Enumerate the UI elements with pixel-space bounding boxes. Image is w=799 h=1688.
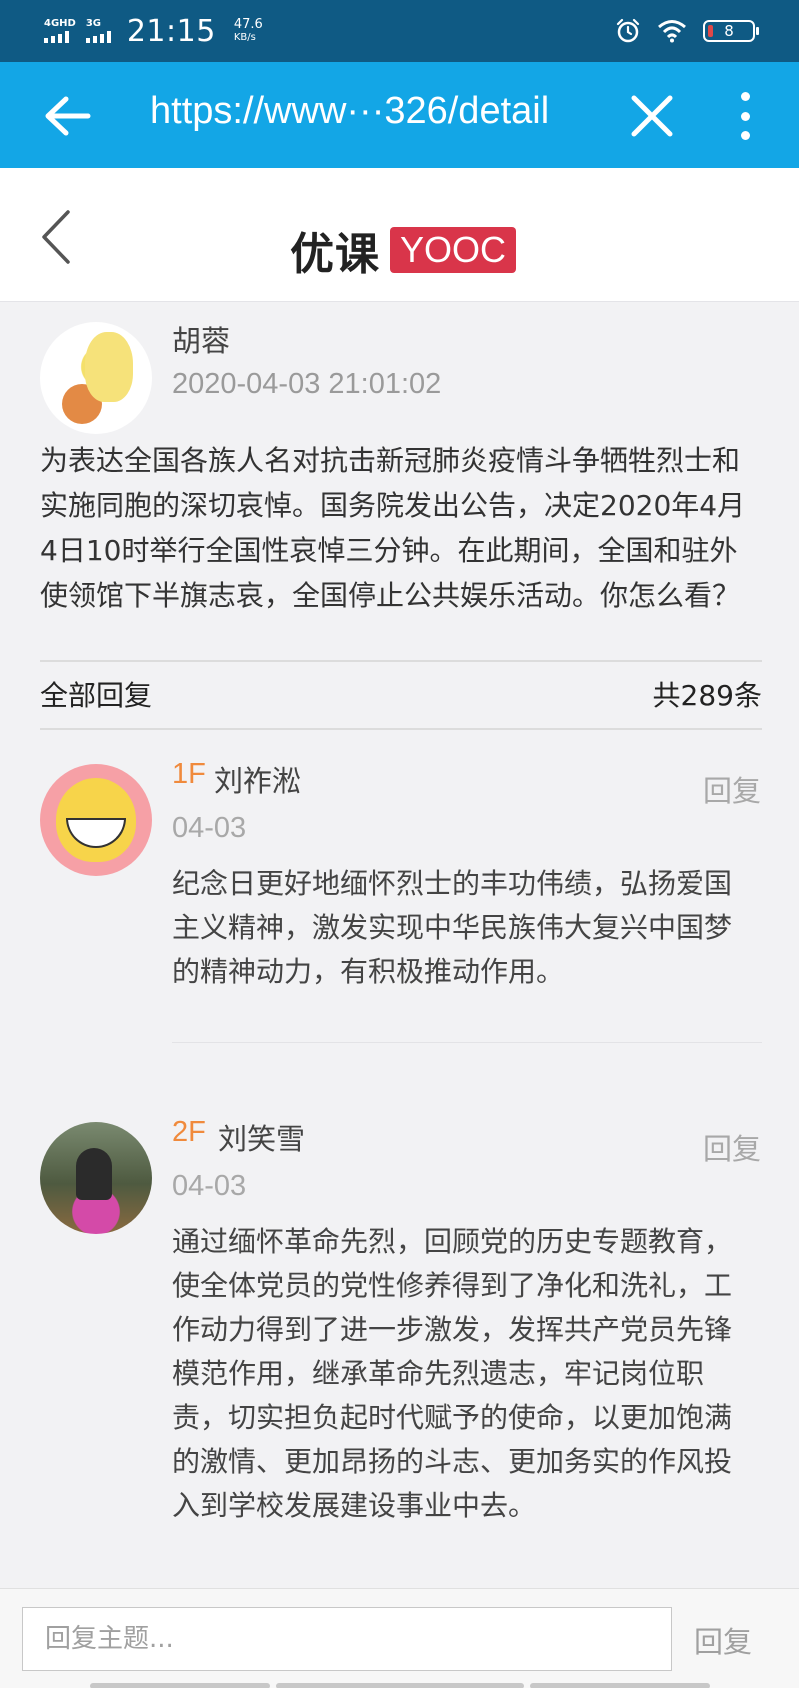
logo-english: YOOC	[390, 227, 517, 273]
status-left: 4GHD 3G 21:15 47.6 KB/s	[44, 14, 263, 49]
network-speed-value: 47.6	[233, 17, 263, 32]
app-header: 优课 YOOC	[0, 168, 799, 302]
reply-author: 刘祚淞	[214, 764, 302, 798]
logo-chinese: 优课	[290, 229, 380, 280]
signal-icon: 4GHD	[44, 19, 76, 43]
back-arrow-icon[interactable]	[42, 94, 92, 138]
floor-number: 2F	[172, 1116, 206, 1148]
network-label-4g: 4GHD	[44, 18, 76, 29]
reply-count: 共289条	[652, 679, 762, 712]
reply-body: 通过缅怀革命先烈，回顾党的历史专题教育，使全体党员的党性修养得到了净化和洗礼，工…	[172, 1225, 733, 1522]
more-vertical-icon[interactable]	[738, 92, 752, 140]
signal-icon-secondary: 3G	[85, 18, 111, 43]
reply-date: 04-03	[172, 812, 247, 844]
post-author-name: 胡蓉	[172, 324, 231, 358]
status-right: 8	[615, 18, 759, 44]
nav-hint	[90, 1683, 270, 1688]
yooc-logo: 优课 YOOC	[290, 218, 517, 282]
nav-hint	[276, 1683, 524, 1688]
reply-author: 刘笑雪	[218, 1122, 306, 1156]
status-bar: 4GHD 3G 21:15 47.6 KB/s 8	[0, 0, 799, 62]
reply-date: 04-03	[172, 1170, 247, 1202]
reply-input[interactable]	[22, 1607, 672, 1671]
wifi-icon	[658, 20, 686, 43]
reply-button[interactable]: 回复	[703, 768, 761, 810]
battery-icon: 8	[703, 20, 759, 42]
reply-button[interactable]: 回复	[703, 1126, 761, 1168]
close-icon[interactable]	[628, 92, 676, 140]
nav-hint	[530, 1683, 710, 1688]
reply-avatar[interactable]	[40, 1122, 152, 1234]
reply-bar: 回复	[0, 1588, 799, 1688]
divider	[40, 728, 762, 730]
url-bar[interactable]: https://www···326/detail	[150, 90, 549, 133]
post-datetime: 2020-04-03 21:01:02	[172, 368, 442, 400]
send-reply-button[interactable]: 回复	[694, 1619, 752, 1661]
reply-body: 纪念日更好地缅怀烈士的丰功伟绩，弘扬爱国主义精神，激发实现中华民族伟大复兴中国梦…	[172, 867, 733, 988]
divider	[40, 660, 762, 662]
floor-number: 1F	[172, 758, 206, 790]
chevron-left-icon[interactable]	[38, 208, 72, 266]
network-speed: 47.6 KB/s	[234, 18, 263, 44]
post-author-avatar[interactable]	[40, 322, 152, 434]
alarm-icon	[616, 18, 640, 43]
replies-header: 全部回复 共289条	[40, 674, 762, 714]
divider	[172, 1042, 762, 1043]
status-time: 21:15	[126, 13, 216, 49]
network-speed-unit: KB/s	[233, 32, 256, 43]
post-body: 为表达全国各族人名对抗击新冠肺炎疫情斗争牺牲烈士和实施同胞的深切哀悼。国务院发出…	[40, 444, 746, 612]
discussion-content[interactable]: 胡蓉 2020-04-03 21:01:02 为表达全国各族人名对抗击新冠肺炎疫…	[0, 302, 799, 1588]
battery-level: 8	[724, 22, 734, 40]
reply-avatar[interactable]	[40, 764, 152, 876]
all-replies-label: 全部回复	[40, 679, 153, 712]
browser-bar: https://www···326/detail	[0, 62, 799, 168]
network-label-3g: 3G	[85, 18, 102, 29]
